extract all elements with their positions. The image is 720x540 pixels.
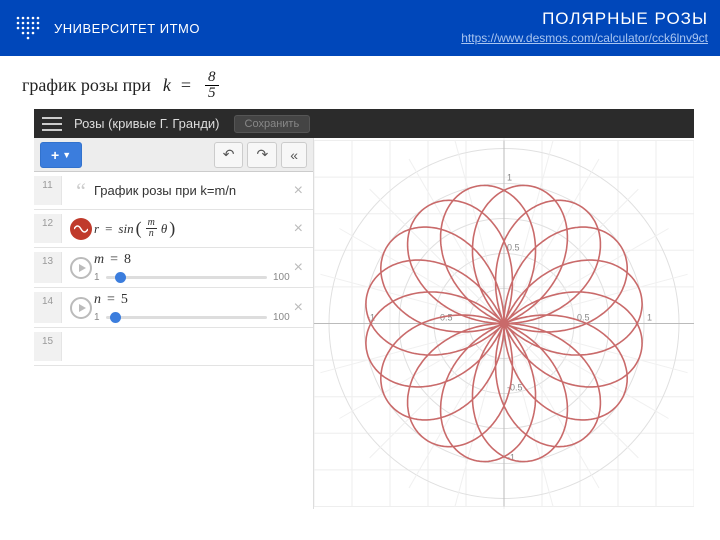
svg-text:0.5: 0.5 bbox=[507, 243, 520, 253]
n-slider[interactable]: 1 100 bbox=[94, 312, 290, 323]
collapse-panel-button[interactable]: « bbox=[281, 142, 307, 168]
app-titlebar: Розы (кривые Г. Гранди) Сохранить bbox=[34, 109, 694, 138]
expression-row-m[interactable]: 13 m=8 1 100 × bbox=[34, 248, 313, 288]
svg-text:1: 1 bbox=[507, 173, 512, 183]
note-text[interactable]: График розы при k=m/n bbox=[94, 183, 290, 198]
k-fraction: 8 5 bbox=[205, 70, 219, 101]
redo-button[interactable]: ↷ bbox=[247, 142, 277, 168]
delete-row-button[interactable]: × bbox=[290, 220, 307, 238]
desmos-link[interactable]: https://www.desmos.com/calculator/cck6ln… bbox=[461, 31, 708, 45]
expression-row-n[interactable]: 14 n=5 1 100 × bbox=[34, 288, 313, 328]
m-slider[interactable]: 1 100 bbox=[94, 272, 290, 283]
expression-row-formula[interactable]: 12 r= sin ( mn θ ) × bbox=[34, 210, 313, 248]
delete-row-button[interactable]: × bbox=[290, 299, 307, 317]
expression-panel: +▼ ↶ ↷ « 11 “ График розы при k=m/n × 12… bbox=[34, 138, 314, 509]
svg-text:1: 1 bbox=[647, 313, 652, 323]
save-button[interactable]: Сохранить bbox=[234, 115, 311, 133]
delete-row-button[interactable]: × bbox=[290, 182, 307, 200]
play-icon[interactable] bbox=[70, 297, 92, 319]
expression-toolbar: +▼ ↶ ↷ « bbox=[34, 138, 313, 172]
university-name: УНИВЕРСИТЕТ ИТМО bbox=[54, 21, 200, 36]
desmos-app: Розы (кривые Г. Гранди) Сохранить +▼ ↶ ↷… bbox=[34, 109, 694, 509]
caption-text: график розы при bbox=[22, 75, 151, 96]
slider-thumb[interactable] bbox=[115, 272, 126, 283]
undo-button[interactable]: ↶ bbox=[214, 142, 244, 168]
itmo-logo-icon bbox=[12, 12, 44, 44]
expression-row-note[interactable]: 11 “ График розы при k=m/n × bbox=[34, 172, 313, 210]
k-var: k bbox=[163, 75, 171, 96]
add-expression-button[interactable]: +▼ bbox=[40, 142, 82, 168]
caption: график розы при k = 8 5 bbox=[0, 56, 720, 109]
play-icon[interactable] bbox=[70, 257, 92, 279]
slide-title: ПОЛЯРНЫЕ РОЗЫ bbox=[461, 9, 708, 29]
delete-row-button[interactable]: × bbox=[290, 259, 307, 277]
plot-color-icon[interactable] bbox=[70, 218, 92, 240]
menu-icon[interactable] bbox=[42, 117, 62, 131]
slide-header: УНИВЕРСИТЕТ ИТМО ПОЛЯРНЫЕ РОЗЫ https://w… bbox=[0, 0, 720, 56]
note-icon: “ bbox=[76, 184, 86, 197]
expression-row-empty[interactable]: 15 bbox=[34, 328, 313, 366]
slider-thumb[interactable] bbox=[110, 312, 121, 323]
graph-canvas[interactable]: -1-1-0.5-0.50.50.511 bbox=[314, 138, 694, 509]
graph-title[interactable]: Розы (кривые Г. Гранди) bbox=[74, 116, 220, 131]
formula-content[interactable]: r= sin ( mn θ ) bbox=[94, 218, 290, 239]
